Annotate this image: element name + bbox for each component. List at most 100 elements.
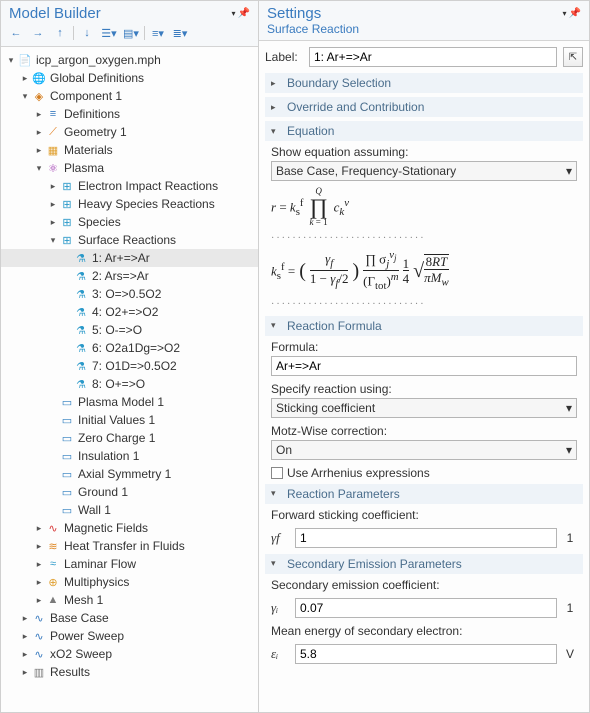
show-button[interactable]: ↓	[78, 24, 96, 42]
section-reaction-formula[interactable]: ▾ Reaction Formula	[265, 316, 583, 336]
tree-node-icon: ⟋	[45, 124, 61, 140]
tree-expander-icon[interactable]: ▸	[33, 577, 45, 588]
tree-item[interactable]: ▸≋Heat Transfer in Fluids	[1, 537, 258, 555]
tree-expander-icon[interactable]: ▸	[47, 181, 59, 192]
tree-item[interactable]: ▸⚗8: O+=>O	[1, 375, 258, 393]
tree-item[interactable]: ▸▦Materials	[1, 141, 258, 159]
model-tree[interactable]: ▾📄icp_argon_oxygen.mph▸🌐Global Definitio…	[1, 47, 258, 712]
tree-item[interactable]: ▸⊞Species	[1, 213, 258, 231]
tree-expander-icon[interactable]: ▾	[5, 55, 17, 66]
tree-item[interactable]: ▸▲Mesh 1	[1, 591, 258, 609]
tree-item[interactable]: ▸⚗4: O2+=>O2	[1, 303, 258, 321]
tree-item[interactable]: ▸∿Base Case	[1, 609, 258, 627]
pin-icon[interactable]: 📌	[569, 8, 581, 19]
tree-item[interactable]: ▸⚗3: O=>0.5O2	[1, 285, 258, 303]
tree-node-icon: ⚗	[73, 250, 89, 266]
tree-expander-icon[interactable]: ▸	[47, 217, 59, 228]
arrhenius-checkbox[interactable]	[271, 467, 283, 479]
tree-expander-icon[interactable]: ▸	[19, 667, 31, 678]
tree-node-icon: 📄	[17, 52, 33, 68]
chevron-down-icon: ▾	[566, 164, 572, 178]
tree-node-icon: ⚗	[73, 268, 89, 284]
motz-select[interactable]: On ▾	[271, 440, 577, 460]
tree-expander-icon[interactable]: ▸	[33, 523, 45, 534]
tree-item[interactable]: ▸▭Zero Charge 1	[1, 429, 258, 447]
list-button-1[interactable]: ≡▾	[149, 24, 167, 42]
tree-item[interactable]: ▸∿xO2 Sweep	[1, 645, 258, 663]
settings-header: Settings ▾ 📌	[259, 1, 589, 22]
eps-i-input[interactable]	[295, 644, 557, 664]
tree-item[interactable]: ▸∿Magnetic Fields	[1, 519, 258, 537]
tree-item[interactable]: ▸⚗1: Ar+=>Ar	[1, 249, 258, 267]
section-equation[interactable]: ▾ Equation	[265, 121, 583, 141]
nav-back-button[interactable]: ←	[7, 24, 25, 42]
tree-item[interactable]: ▸≡Definitions	[1, 105, 258, 123]
tree-node-label: Axial Symmetry 1	[78, 467, 171, 481]
tree-expander-icon[interactable]: ▸	[33, 109, 45, 120]
panel-menu-icon[interactable]: ▾	[232, 9, 236, 18]
tree-item[interactable]: ▸⊞Heavy Species Reactions	[1, 195, 258, 213]
nav-forward-button[interactable]: →	[29, 24, 47, 42]
tree-item[interactable]: ▸⚗5: O-=>O	[1, 321, 258, 339]
expand-button[interactable]: ▤▾	[122, 24, 140, 42]
tree-node-icon: ▭	[59, 430, 75, 446]
show-equation-select[interactable]: Base Case, Frequency-Stationary ▾	[271, 161, 577, 181]
tree-item[interactable]: ▾◈Component 1	[1, 87, 258, 105]
tree-node-icon: ▭	[59, 466, 75, 482]
tree-item[interactable]: ▸⚗7: O1D=>0.5O2	[1, 357, 258, 375]
gamma-f-input[interactable]	[295, 528, 557, 548]
collapse-icon: ▾	[271, 126, 281, 137]
tree-item[interactable]: ▸▭Wall 1	[1, 501, 258, 519]
tree-item[interactable]: ▸≈Laminar Flow	[1, 555, 258, 573]
tree-item[interactable]: ▸▭Plasma Model 1	[1, 393, 258, 411]
specify-select[interactable]: Sticking coefficient ▾	[271, 398, 577, 418]
pin-icon[interactable]: 📌	[238, 8, 250, 19]
list-button-2[interactable]: ≣▾	[171, 24, 189, 42]
tree-expander-icon[interactable]: ▸	[33, 127, 45, 138]
tree-expander-icon[interactable]: ▾	[19, 91, 31, 102]
tree-item[interactable]: ▸⟋Geometry 1	[1, 123, 258, 141]
tree-item[interactable]: ▸▭Ground 1	[1, 483, 258, 501]
tree-expander-icon[interactable]: ▸	[19, 613, 31, 624]
tree-expander-icon[interactable]: ▸	[33, 541, 45, 552]
collapse-button[interactable]: ☰▾	[100, 24, 118, 42]
tree-item[interactable]: ▸▭Axial Symmetry 1	[1, 465, 258, 483]
tree-item[interactable]: ▸⚗6: O2a1Dg=>O2	[1, 339, 258, 357]
toolbar-separator	[144, 26, 145, 40]
tree-item[interactable]: ▸⊕Multiphysics	[1, 573, 258, 591]
section-boundary-selection[interactable]: ▸ Boundary Selection	[265, 73, 583, 93]
tree-expander-icon[interactable]: ▾	[47, 235, 59, 246]
tree-item[interactable]: ▸🌐Global Definitions	[1, 69, 258, 87]
gamma-i-symbol: γᵢ	[271, 600, 289, 616]
gamma-i-input[interactable]	[295, 598, 557, 618]
tree-expander-icon[interactable]: ▸	[33, 145, 45, 156]
formula-input[interactable]	[271, 356, 577, 376]
tree-item[interactable]: ▸▥Results	[1, 663, 258, 681]
tree-expander-icon[interactable]: ▸	[47, 199, 59, 210]
tree-item[interactable]: ▸⚗2: Ars=>Ar	[1, 267, 258, 285]
tree-expander-icon[interactable]: ▸	[19, 73, 31, 84]
tree-node-icon: ▭	[59, 412, 75, 428]
tree-node-label: Zero Charge 1	[78, 431, 155, 445]
tree-expander-icon[interactable]: ▸	[33, 595, 45, 606]
label-input[interactable]	[309, 47, 557, 67]
panel-menu-icon[interactable]: ▾	[563, 9, 567, 18]
tree-expander-icon[interactable]: ▸	[19, 649, 31, 660]
tree-item[interactable]: ▸∿Power Sweep	[1, 627, 258, 645]
tree-item[interactable]: ▾⊞Surface Reactions	[1, 231, 258, 249]
section-reaction-parameters[interactable]: ▾ Reaction Parameters	[265, 484, 583, 504]
tree-expander-icon[interactable]: ▸	[33, 559, 45, 570]
nav-up-button[interactable]: ↑	[51, 24, 69, 42]
tree-expander-icon[interactable]: ▸	[19, 631, 31, 642]
tree-item[interactable]: ▸▭Initial Values 1	[1, 411, 258, 429]
tree-item[interactable]: ▾⚛Plasma	[1, 159, 258, 177]
label-link-button[interactable]: ⇱	[563, 47, 583, 67]
tree-item[interactable]: ▸▭Insulation 1	[1, 447, 258, 465]
section-secondary-emission[interactable]: ▾ Secondary Emission Parameters	[265, 554, 583, 574]
chevron-down-icon: ▾	[566, 401, 572, 415]
tree-node-label: Electron Impact Reactions	[78, 179, 218, 193]
tree-expander-icon[interactable]: ▾	[33, 163, 45, 174]
tree-item[interactable]: ▾📄icp_argon_oxygen.mph	[1, 51, 258, 69]
tree-item[interactable]: ▸⊞Electron Impact Reactions	[1, 177, 258, 195]
section-override-contribution[interactable]: ▸ Override and Contribution	[265, 97, 583, 117]
